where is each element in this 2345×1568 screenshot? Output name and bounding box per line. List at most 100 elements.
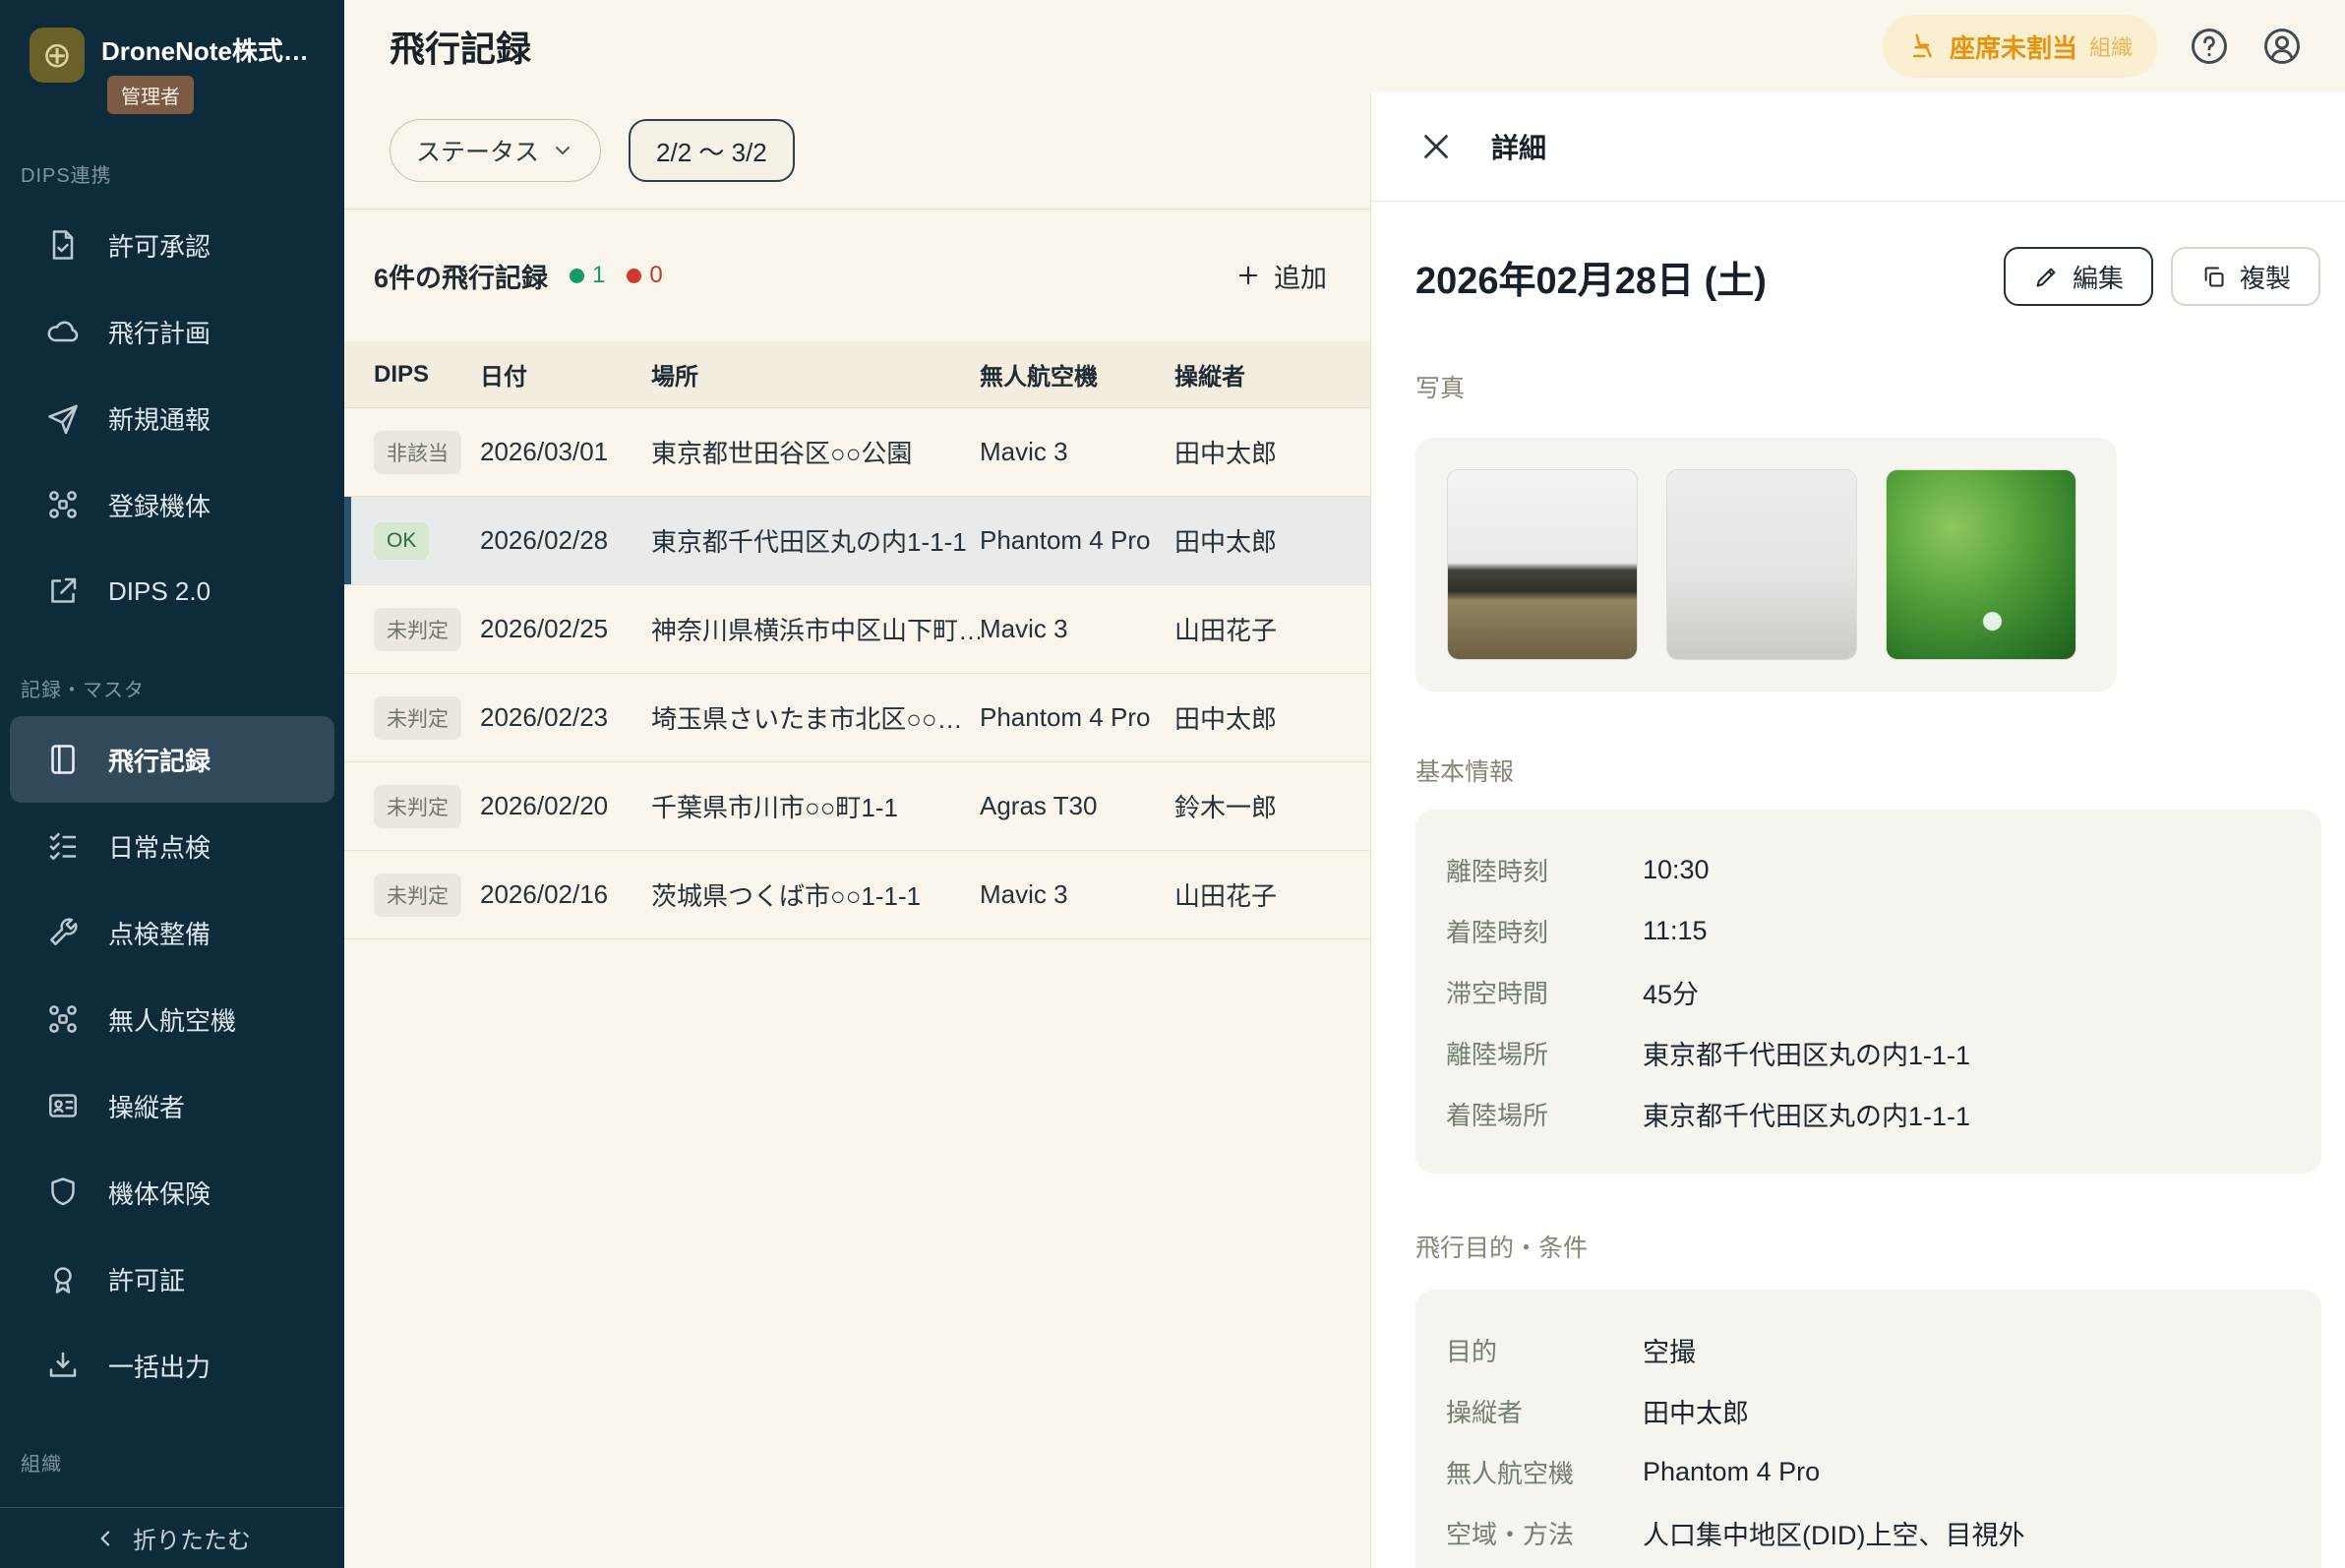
help-icon[interactable]	[2188, 25, 2231, 68]
user-account-icon[interactable]	[2260, 25, 2304, 68]
info-row: 空域・方法 人口集中地区(DID)上空、目視外	[1415, 1502, 2321, 1563]
duplicate-button[interactable]: 複製	[2171, 247, 2320, 306]
date-range-filter[interactable]: 2/2 〜 3/2	[629, 119, 795, 182]
chevron-down-icon	[551, 139, 574, 162]
cell-aircraft: Agras T30	[980, 791, 1174, 821]
info-row: 着陸時刻 11:15	[1415, 900, 2321, 961]
sidebar-item-flight-plan[interactable]: 飛行計画	[0, 288, 344, 375]
dips-status-badge: 未判定	[374, 608, 461, 651]
seat-unassigned-badge[interactable]: 座席未割当 組織	[1883, 15, 2158, 78]
flight-record-list-pane: ステータス 2/2 〜 3/2 6件の飛行記録 1 0 追加 DIPS 日付 場…	[344, 92, 1370, 1568]
pencil-icon	[2033, 264, 2060, 290]
record-count: 6件の飛行記録	[374, 257, 548, 295]
sidebar-item-new-report[interactable]: 新規通報	[0, 375, 344, 461]
sidebar-item-daily-inspection[interactable]: 日常点検	[0, 803, 344, 889]
shield-icon	[45, 1175, 81, 1210]
role-badge: 管理者	[107, 76, 194, 114]
cell-date: 2026/02/25	[480, 614, 651, 644]
cell-pilot: 山田花子	[1174, 611, 1341, 647]
table-row[interactable]: 非該当 2026/03/01 東京都世田谷区○○公園 Mavic 3 田中太郎	[344, 408, 1370, 497]
checklist-icon	[45, 828, 81, 864]
green-dot-icon	[570, 269, 584, 283]
photo-thumbnail-leaf[interactable]	[1886, 469, 2076, 660]
sidebar-item-registered-aircraft[interactable]: 登録機体	[0, 461, 344, 548]
list-summary-row: 6件の飛行記録 1 0 追加	[344, 210, 1370, 341]
wrench-icon	[45, 915, 81, 950]
basic-info-section-label: 基本情報	[1415, 753, 2320, 788]
document-check-icon	[45, 227, 81, 263]
notebook-icon	[45, 742, 81, 777]
sidebar-item-insurance[interactable]: 機体保険	[0, 1149, 344, 1236]
status-count-red: 0	[627, 262, 662, 289]
sidebar-item-flight-records[interactable]: 飛行記録	[10, 716, 334, 803]
cell-place: 茨城県つくば市○○1-1-1	[651, 876, 980, 913]
cell-date: 2026/03/01	[480, 437, 651, 467]
photo-thumbnail-forest[interactable]	[1447, 469, 1638, 660]
red-dot-icon	[627, 269, 641, 283]
sidebar-item-pilots[interactable]: 操縦者	[0, 1062, 344, 1149]
sidebar-item-bulk-export[interactable]: 一括出力	[0, 1322, 344, 1409]
photo-gallery	[1415, 438, 2117, 692]
org-name: DroneNote株式会社	[101, 28, 325, 68]
info-row: 離陸時刻 10:30	[1415, 839, 2321, 900]
photo-thumbnail-fog[interactable]	[1666, 469, 1857, 660]
edit-button[interactable]: 編集	[2004, 247, 2153, 306]
sidebar-item-dips2[interactable]: DIPS 2.0	[0, 548, 344, 634]
status-filter-dropdown[interactable]: ステータス	[390, 119, 601, 182]
sidebar-collapse-button[interactable]: 折りたたむ	[0, 1507, 344, 1568]
close-icon[interactable]	[1418, 129, 1454, 164]
info-row: 滞空時間 45分	[1415, 961, 2321, 1022]
cell-place: 千葉県市川市○○町1-1	[651, 788, 980, 824]
purpose-card: 目的 空撮 操縦者 田中太郎 無人航空機 Phantom 4 Pro 空域・方法…	[1415, 1290, 2321, 1568]
cell-place: 埼玉県さいたま市北区○○…	[651, 699, 980, 736]
seat-badge-label: 座席未割当	[1950, 29, 2077, 65]
sidebar-item-maintenance[interactable]: 点検整備	[0, 889, 344, 976]
download-icon	[45, 1348, 81, 1383]
dips-status-badge: 未判定	[374, 696, 461, 740]
record-date-title: 2026年02月28日 (土)	[1415, 250, 1767, 304]
detail-title: 詳細	[1491, 127, 1546, 166]
info-row: 目的 空撮	[1415, 1319, 2321, 1380]
seat-badge-suffix: 組織	[2089, 30, 2133, 62]
cell-place: 東京都世田谷区○○公園	[651, 434, 980, 470]
table-row[interactable]: 未判定 2026/02/16 茨城県つくば市○○1-1-1 Mavic 3 山田…	[344, 851, 1370, 939]
detail-pane: 詳細 2026年02月28日 (土) 編集 複製 写真	[1370, 92, 2345, 1568]
section-label-dips: DIPS連携	[21, 159, 344, 188]
status-count-green: 1	[570, 262, 605, 289]
photos-section-label: 写真	[1415, 369, 2320, 404]
cell-aircraft: Phantom 4 Pro	[980, 702, 1174, 733]
sidebar-item-uav[interactable]: 無人航空機	[0, 976, 344, 1062]
drone-icon	[45, 487, 81, 522]
org-header: ⊕ DroneNote株式会社 管理者	[30, 28, 325, 114]
cell-date: 2026/02/28	[480, 525, 651, 556]
info-row: 離陸場所 東京都千代田区丸の内1-1-1	[1415, 1022, 2321, 1083]
org-logo-icon: ⊕	[30, 28, 85, 83]
sidebar-item-permits[interactable]: 許可証	[0, 1236, 344, 1322]
cloud-icon	[45, 314, 81, 349]
sidebar: ⊕ DroneNote株式会社 管理者 DIPS連携 許可承認 飛行計画 新規通…	[0, 0, 344, 1568]
table-row[interactable]: 未判定 2026/02/20 千葉県市川市○○町1-1 Agras T30 鈴木…	[344, 762, 1370, 851]
add-record-button[interactable]: 追加	[1234, 257, 1327, 295]
sidebar-item-permit-approval[interactable]: 許可承認	[0, 202, 344, 288]
cell-pilot: 田中太郎	[1174, 699, 1341, 736]
filter-row: ステータス 2/2 〜 3/2	[344, 92, 1370, 210]
plus-icon	[1234, 262, 1262, 289]
dips-status-badge: 未判定	[374, 785, 461, 828]
table-row-selected[interactable]: OK 2026/02/28 東京都千代田区丸の内1-1-1 Phantom 4 …	[344, 497, 1370, 585]
seat-icon	[1908, 31, 1938, 61]
info-row: 操縦者 田中太郎	[1415, 1380, 2321, 1441]
cell-pilot: 鈴木一郎	[1174, 788, 1341, 824]
cell-date: 2026/02/16	[480, 879, 651, 910]
table-row[interactable]: 未判定 2026/02/25 神奈川県横浜市中区山下町… Mavic 3 山田花…	[344, 585, 1370, 674]
section-label-org: 組織	[21, 1448, 344, 1477]
chevron-left-icon	[93, 1526, 119, 1551]
table-row[interactable]: 未判定 2026/02/23 埼玉県さいたま市北区○○… Phantom 4 P…	[344, 674, 1370, 762]
external-link-icon	[45, 573, 81, 609]
cell-pilot: 田中太郎	[1174, 522, 1341, 559]
cell-aircraft: Mavic 3	[980, 437, 1174, 467]
cell-date: 2026/02/23	[480, 702, 651, 733]
info-row: 経路・距離 ○○ビル屋上から半径100m以内	[1415, 1563, 2321, 1568]
cell-place: 東京都千代田区丸の内1-1-1	[651, 522, 980, 559]
detail-header: 詳細	[1371, 92, 2345, 202]
cell-date: 2026/02/20	[480, 791, 651, 821]
